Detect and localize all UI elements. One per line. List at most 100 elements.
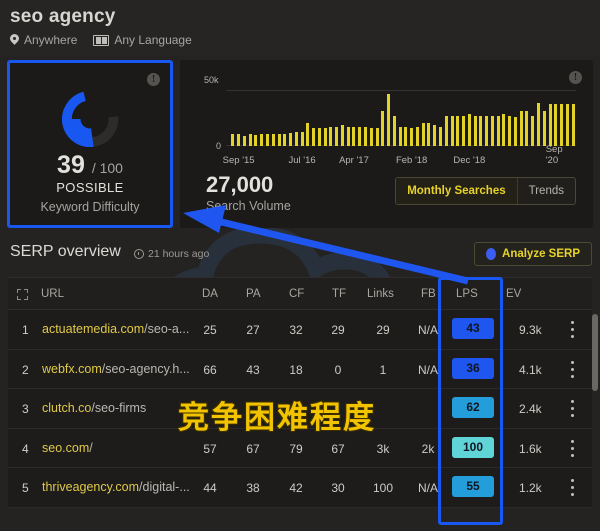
tab-monthly-searches[interactable]: Monthly Searches [396,178,517,204]
table-body: 1 actuatemedia.com/seo-a... 25 27 32 29 29 N/A 4… [8,310,592,508]
column-header-url[interactable]: URL [41,288,64,300]
chart-bar [381,110,385,146]
kd-score-denominator: / 100 [91,160,123,176]
analyze-serp-label: Analyze SERP [502,248,580,260]
chart-bar [404,127,408,146]
location-filter[interactable]: Anywhere [10,33,77,47]
tab-trends[interactable]: Trends [516,178,575,204]
cell-fb: N/A [417,481,439,495]
url-path: /seo-agency.h... [101,361,190,376]
x-axis-tick: Feb '18 [395,155,428,166]
table-row[interactable]: 3 clutch.co/seo-firms 62 2.4k [8,389,592,429]
kebab-menu-icon[interactable] [571,360,574,378]
cell-pa: 67 [246,441,260,456]
cell-da: 57 [203,441,217,456]
chart-bar [283,133,287,146]
row-rank: 3 [22,402,29,416]
chart-bar [392,116,396,146]
chart-bar [329,127,333,146]
cell-da: 66 [203,362,217,377]
chart-bar [554,103,558,146]
column-header-ev[interactable]: EV [506,288,521,300]
row-url-link[interactable]: webfx.com/seo-agency.h... [42,362,190,376]
x-axis-tick: Dec '18 [453,155,486,166]
row-url-link[interactable]: clutch.co/seo-firms [42,401,146,415]
x-axis-tick: Sep '15 [222,155,255,166]
chart-bar [248,134,252,146]
y-axis-tick-min: 0 [216,141,222,151]
chart-bar [335,127,339,146]
chart-bar [462,116,466,146]
keyword-difficulty-card[interactable]: ! 39 / 100 POSSIBLE Keyword Difficulty [7,60,173,228]
chart-bar [410,128,414,146]
table-row[interactable]: 1 actuatemedia.com/seo-a... 25 27 32 29 29 N/A 4… [8,310,592,350]
chart-bar [237,134,241,146]
cell-links: 3k [376,441,390,456]
chart-bar [456,116,460,146]
language-filter[interactable]: Any Language [93,33,192,47]
cell-cf: 42 [289,481,303,495]
column-header-da[interactable]: DA [202,288,218,300]
expand-icon[interactable] [17,289,28,300]
chart-bar [300,132,304,146]
column-header-pa[interactable]: PA [246,288,261,300]
table-row[interactable]: 4 seo.com/57 67 79 67 3k 2k 100 1.6k [8,428,592,468]
row-url-link[interactable]: seo.com/ [42,441,93,455]
cell-da: 44 [203,481,217,495]
kebab-menu-icon[interactable] [571,479,574,496]
column-header-lps[interactable]: LPS [456,288,478,300]
chart-bar [542,110,546,146]
chart-bar [421,122,425,146]
serp-results-table: URL DA PA CF TF Links FB LPS EV 1 actuate… [8,277,592,522]
circle-icon [486,248,497,260]
cell-fb: 2k [421,441,435,456]
kebab-menu-icon[interactable] [571,400,574,417]
table-scrollbar-thumb[interactable] [592,314,598,391]
cell-da: 25 [203,323,217,337]
table-row[interactable]: 5 thriveagency.com/digital-... 44 38 42 30 100… [8,468,592,508]
column-header-fb[interactable]: FB [421,288,436,300]
url-domain: clutch.co [42,401,92,415]
column-header-cf[interactable]: CF [289,288,304,300]
cell-cf: 32 [289,323,303,337]
column-header-tf[interactable]: TF [332,288,346,300]
chart-bar [231,134,235,146]
url-path: /seo-a... [144,322,190,336]
volume-view-toggle[interactable]: Monthly Searches Trends [395,177,576,205]
cell-tf: 0 [334,362,342,377]
chart-bar [323,128,327,146]
row-rank: 5 [22,481,29,495]
keyword-difficulty-score: 39 / 100 [10,151,170,180]
kebab-menu-icon[interactable] [571,321,574,338]
chart-plot-area [230,80,576,146]
search-volume-label: Search Volume [206,199,291,213]
chart-bar [473,116,477,146]
row-rank: 1 [22,323,29,337]
row-url-link[interactable]: actuatemedia.com/seo-a... [42,322,189,336]
chart-bar [352,127,356,146]
cell-cf: 18 [289,362,303,377]
chart-bar [271,134,275,146]
cell-links: 29 [376,323,390,337]
chart-bar [387,94,391,146]
kebab-menu-icon[interactable] [571,439,574,457]
row-url-link[interactable]: thriveagency.com/digital-... [42,480,190,494]
chart-bar [265,134,269,146]
chart-bar [508,116,512,146]
search-volume-card: ! 50k 0 Sep '15 Jul '16 Apr '17 Feb '18 Dec … [180,60,593,228]
column-header-links[interactable]: Links [367,288,394,300]
serp-updated-label: 21 hours ago [148,248,210,260]
chart-bar [358,127,362,146]
analyze-serp-button[interactable]: Analyze SERP [474,242,592,266]
chart-bar [502,114,506,146]
chart-bar [364,127,368,146]
info-icon[interactable]: ! [147,73,160,86]
cell-pa: 43 [246,362,260,377]
cell-cf: 79 [289,441,303,456]
chart-bar [375,128,379,146]
cell-tf: 30 [331,481,345,495]
keyword-difficulty-donut [61,91,119,148]
table-row[interactable]: 2 webfx.com/seo-agency.h... 66 43 18 0 1 N/A 36 4… [8,349,592,389]
cell-links: 100 [372,481,394,495]
lps-badge: 62 [452,397,494,418]
